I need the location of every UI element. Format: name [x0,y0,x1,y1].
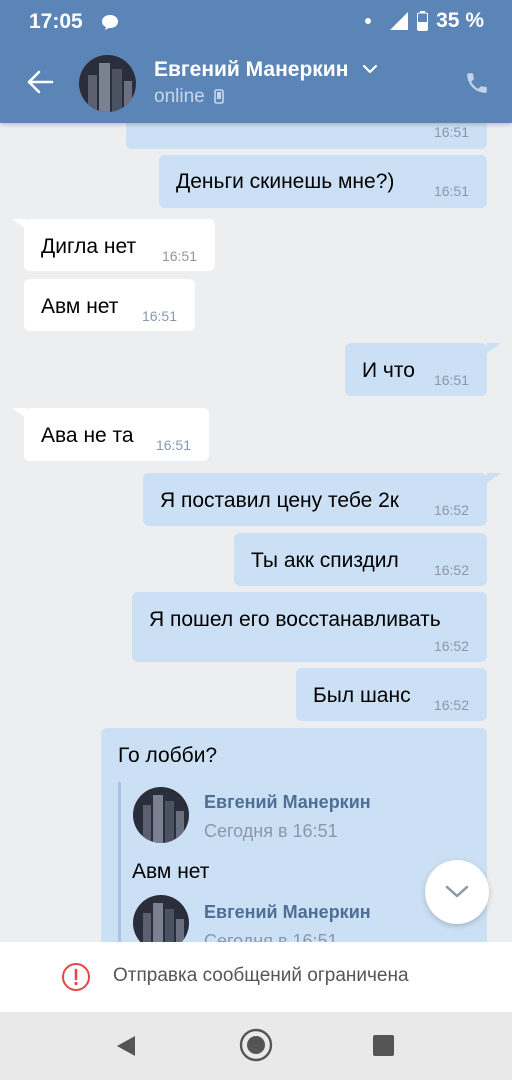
message-time: 16:51 [433,372,469,388]
status-time: 17:05 [29,10,83,33]
message-text: И что [362,359,415,382]
message-text: Я пошел его восстанавливать [149,608,441,631]
signal-icon [390,12,409,30]
nav-home-icon[interactable] [239,1028,273,1062]
message-text: Деньги скинешь мне?) [176,170,395,193]
message-text: Дигла нет [41,235,137,258]
message-out[interactable]: И что 16:51 [345,343,487,396]
chat-header: 17:05 35 % Евгений Манеркин online [0,0,512,123]
chat-bubble-icon [102,15,118,30]
message-time: 16:51 [433,183,469,199]
message-out[interactable]: Ты акк спиздил 16:52 [234,533,487,586]
notification-dot [365,18,372,24]
message-in[interactable]: Авм нет 16:51 [24,279,195,331]
status-indicators: 35 % [365,9,484,33]
message-out[interactable]: Деньги скинешь мне?) 16:51 [159,155,487,208]
scroll-down-icon [445,885,469,898]
message-text: Го лобби? [118,744,218,767]
back-arrow-icon [27,70,54,94]
status-bar: 17:05 35 % [0,0,512,44]
message-out[interactable]: Я пошел его восстанавливать 16:52 [132,592,487,662]
forwarded-bar [118,782,121,962]
scroll-down-button[interactable] [425,860,489,924]
mobile-icon [214,89,224,104]
message-time: 16:52 [433,502,469,518]
forwarded-author-avatar[interactable] [133,787,189,843]
contact-name[interactable]: Евгений Манеркин [154,58,348,82]
battery-percentage: 35 % [436,9,484,32]
message-time: 16:51 [155,437,191,453]
message-text: Я поставил цену тебе 2к [160,489,399,512]
message-out[interactable]: Был шанс 16:52 [296,668,487,721]
message-text: Ава не та [41,424,134,447]
battery-icon [417,11,429,31]
message-out[interactable]: Я поставил цену тебе 2к 16:52 [143,473,487,526]
message-in[interactable]: Дигла нет 16:51 [24,219,215,271]
chevron-down-icon[interactable] [362,64,378,74]
phone-icon[interactable] [464,70,490,96]
message-time: 16:52 [433,638,469,654]
bubble-tail [487,473,501,483]
nav-recent-icon[interactable] [373,1035,394,1056]
bubble-tail [487,343,501,353]
message-text: Ты акк спиздил [251,549,399,572]
contact-status: online [154,86,205,107]
message-time: 16:52 [433,697,469,713]
nav-back-icon[interactable] [115,1034,137,1058]
forwarded-date: Сегодня в 16:51 [204,821,338,841]
forwarded-text: Авм нет [132,860,210,883]
contact-avatar[interactable] [79,55,136,112]
message-time: 16:51 [433,124,469,140]
message-time: 16:51 [141,308,177,324]
message-time: 16:52 [433,562,469,578]
message-text: Был шанс [313,684,411,707]
warning-icon [62,963,90,991]
message-text: Авм нет [41,295,119,318]
message-time: 16:51 [161,248,197,264]
back-button[interactable] [22,64,58,100]
forwarded-author-name[interactable]: Евгений Манеркин [204,902,371,923]
restricted-message-text: Отправка сообщений ограничена [113,965,409,986]
forwarded-author-name[interactable]: Евгений Манеркин [204,792,371,813]
message-in[interactable]: Ава не та 16:51 [24,408,209,461]
